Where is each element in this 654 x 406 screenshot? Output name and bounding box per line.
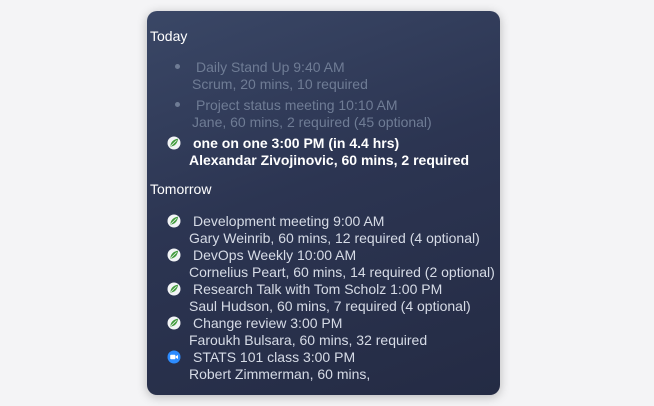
event-title: DevOps Weekly 10:00 AM [193,247,357,263]
event-details: Gary Weinrib, 60 mins, 12 required (4 op… [189,230,480,246]
bullet-icon [175,102,180,107]
event-title: Research Talk with Tom Scholz 1:00 PM [193,281,443,297]
event-details: Scrum, 20 mins, 10 required [192,76,368,92]
event-title: Change review 3:00 PM [193,315,343,331]
section-title-tomorrow: Tomorrow [150,181,212,197]
calendar-leaf-icon [167,248,181,262]
event-title: Development meeting 9:00 AM [193,213,385,229]
event-details: Faroukh Bulsara, 60 mins, 32 required [189,332,428,348]
calendar-leaf-icon [167,282,181,296]
event-title: Daily Stand Up 9:40 AM [196,59,345,75]
event-title: one on one 3:00 PM (in 4.4 hrs) [193,135,400,151]
event-details: Robert Zimmerman, 60 mins, [189,366,371,382]
calendar-leaf-icon [167,214,181,228]
section-title-today: Today [150,28,188,44]
calendar-leaf-icon [167,136,181,150]
event-details: Cornelius Peart, 60 mins, 14 required (2… [189,264,495,280]
meetings-panel: Today Daily Stand Up 9:40 AM Scrum, 20 m… [147,11,500,395]
event-title: STATS 101 class 3:00 PM [193,349,356,365]
video-camera-icon [167,350,181,364]
event-title: Project status meeting 10:10 AM [196,97,398,113]
calendar-leaf-icon [167,316,181,330]
event-details: Saul Hudson, 60 mins, 7 required (4 opti… [189,298,471,314]
event-details: Alexandar Zivojinovic, 60 mins, 2 requir… [189,152,470,168]
bullet-icon [175,64,180,69]
event-details: Jane, 60 mins, 2 required (45 optional) [192,114,432,130]
